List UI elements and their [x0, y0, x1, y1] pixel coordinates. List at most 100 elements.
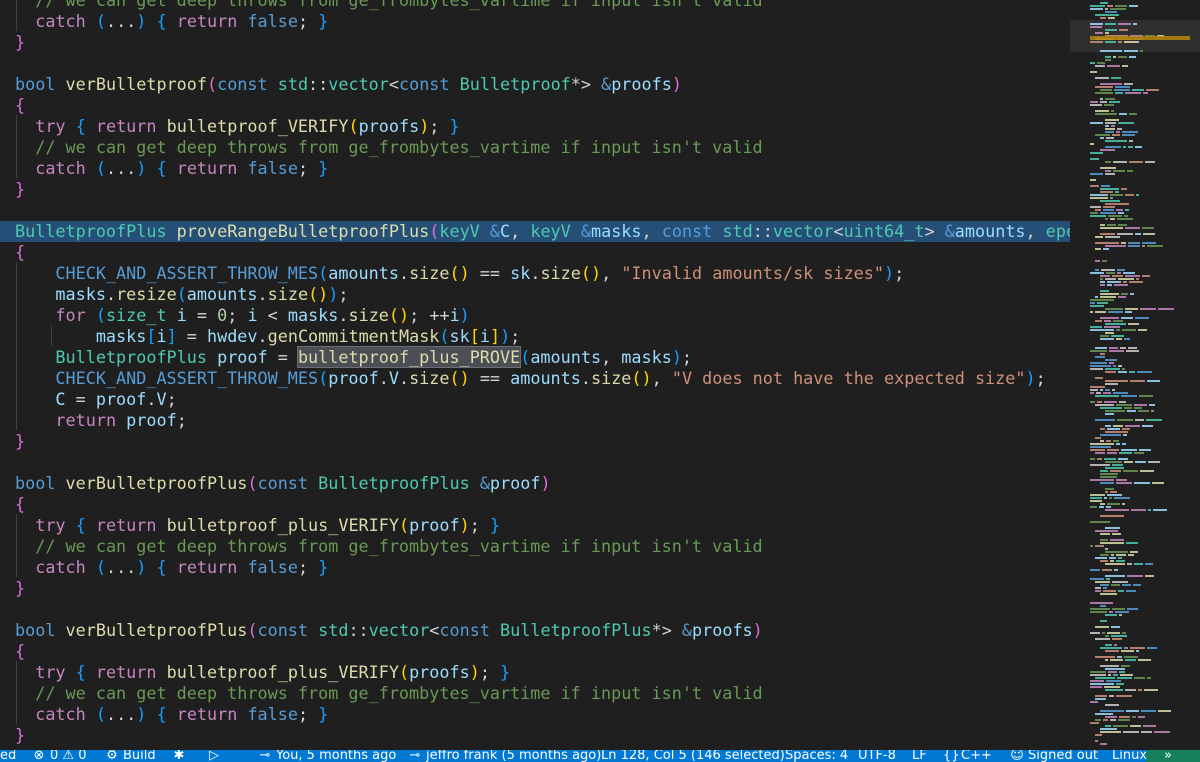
- minimap-stroke: [1116, 443, 1120, 445]
- code-line[interactable]: return proof;: [0, 410, 1070, 431]
- code-line[interactable]: masks.resize(amounts.size());: [0, 284, 1070, 305]
- code-line[interactable]: BulletproofPlus proof = bulletproof_plus…: [0, 346, 1070, 368]
- problems-indicator[interactable]: ⊗ 0 ⚠ 0: [32, 750, 87, 762]
- code-editor[interactable]: // we can get deep throws from ge_fromby…: [0, 0, 1070, 750]
- minimap-stroke: [1136, 278, 1139, 280]
- code-line[interactable]: try { return bulletproof_plus_VERIFY(pro…: [0, 662, 1070, 683]
- code-line[interactable]: [0, 599, 1070, 620]
- code-token: std: [277, 74, 309, 94]
- code-line[interactable]: {: [0, 641, 1070, 662]
- minimap-stroke: [1100, 515, 1124, 517]
- code-line[interactable]: catch (...) { return false; }: [0, 11, 1070, 32]
- code-line[interactable]: [0, 452, 1070, 473]
- minimap-stroke: [1104, 104, 1114, 106]
- code-token: {: [15, 242, 26, 262]
- minimap-stroke: [1090, 104, 1102, 106]
- code-line[interactable]: CHECK_AND_ASSERT_THROW_MES(proof.V.size(…: [0, 368, 1070, 389]
- minimap-stroke: [1090, 365, 1111, 367]
- code-line[interactable]: bool verBulletproofPlus(const Bulletproo…: [0, 473, 1070, 494]
- remote-indicator[interactable]: »: [1146, 750, 1200, 762]
- code-line[interactable]: CHECK_AND_ASSERT_THROW_MES(amounts.size(…: [0, 263, 1070, 284]
- code-line[interactable]: try { return bulletproof_VERIFY(proofs);…: [0, 116, 1070, 137]
- code-line[interactable]: }: [0, 431, 1070, 452]
- minimap-stroke: [1116, 479, 1127, 481]
- code-line[interactable]: // we can get deep throws from ge_fromby…: [0, 683, 1070, 704]
- code-line[interactable]: catch (...) { return false; }: [0, 704, 1070, 725]
- code-line[interactable]: }: [0, 32, 1070, 53]
- code-line[interactable]: try { return bulletproof_plus_VERIFY(pro…: [0, 515, 1070, 536]
- account-status[interactable]: ☺ Signed out: [1010, 750, 1098, 762]
- code-line[interactable]: masks[i] = hwdev.genCommitmentMask(sk[i]…: [0, 326, 1070, 347]
- git-blame-line[interactable]: ⊸ You, 5 months ago: [258, 750, 397, 762]
- indentation[interactable]: Spaces: 4: [785, 750, 848, 762]
- code-token: proof: [217, 347, 268, 367]
- code-token: (: [176, 284, 187, 304]
- code-token: try: [35, 662, 66, 682]
- minimap-stroke: [1095, 311, 1106, 313]
- code-line[interactable]: [0, 200, 1070, 221]
- status-left-truncated[interactable]: ed: [0, 750, 16, 762]
- code-token: // we can get deep throws from ge_fromby…: [35, 536, 763, 556]
- minimap[interactable]: [1070, 0, 1200, 750]
- minimap-stroke: [1090, 506, 1097, 508]
- code-line[interactable]: }: [0, 725, 1070, 746]
- code-token: ;: [176, 410, 187, 430]
- code-line[interactable]: for (size_t i = 0; i < masks.size(); ++i…: [0, 305, 1070, 326]
- code-line[interactable]: BulletproofPlus proveRangeBulletproofPlu…: [0, 221, 1070, 242]
- minimap-stroke: [1105, 8, 1108, 10]
- code-line[interactable]: // we can get deep throws from ge_fromby…: [0, 536, 1070, 557]
- debug-button[interactable]: ✱: [172, 750, 190, 762]
- minimap-stroke: [1105, 389, 1110, 391]
- platform[interactable]: Linux: [1112, 750, 1147, 762]
- code-token: <: [833, 221, 844, 241]
- minimap-stroke: [1133, 23, 1137, 25]
- code-line[interactable]: {: [0, 494, 1070, 515]
- end-of-line[interactable]: LF: [912, 750, 927, 762]
- code-line[interactable]: catch (...) { return false; }: [0, 557, 1070, 578]
- code-line[interactable]: {: [0, 95, 1070, 116]
- minimap-stroke: [1110, 491, 1117, 493]
- minimap-stroke: [1117, 233, 1133, 235]
- run-button[interactable]: ▷: [207, 750, 225, 762]
- git-blame-author[interactable]: ⊸ jeffro frank (5 months ago): [408, 750, 602, 762]
- code-line[interactable]: {: [0, 242, 1070, 263]
- code-token: "Invalid amounts/sk sizes": [621, 263, 884, 283]
- build-button[interactable]: ⚙ Build: [105, 750, 155, 762]
- minimap-stroke: [1105, 467, 1124, 469]
- code-line[interactable]: catch (...) { return false; }: [0, 158, 1070, 179]
- code-line[interactable]: bool verBulletproof(const std::vector<co…: [0, 74, 1070, 95]
- minimap-stroke: [1124, 461, 1133, 463]
- language-mode[interactable]: {}C++: [943, 750, 992, 762]
- cursor-position[interactable]: Ln 128, Col 5 (146 selected): [601, 750, 785, 762]
- minimap-stroke: [1100, 2, 1108, 4]
- minimap-stroke: [1095, 242, 1119, 244]
- minimap-stroke: [1097, 302, 1108, 304]
- code-line[interactable]: C = proof.V;: [0, 389, 1070, 410]
- minimap-stroke: [1090, 521, 1110, 523]
- minimap-stroke: [1114, 497, 1130, 499]
- code-line[interactable]: // we can get deep throws from ge_fromby…: [0, 137, 1070, 158]
- minimap-stroke: [1105, 323, 1126, 325]
- code-line[interactable]: // we can get deep throws from ge_fromby…: [0, 0, 1070, 11]
- minimap-stroke: [1090, 722, 1099, 724]
- minimap-stroke: [1118, 56, 1127, 58]
- code-line[interactable]: bool verBulletproofPlus(const std::vecto…: [0, 620, 1070, 641]
- code-line[interactable]: }: [0, 578, 1070, 599]
- code-line[interactable]: }: [0, 179, 1070, 200]
- code-token: size: [409, 263, 450, 283]
- code-token: proof: [328, 368, 379, 388]
- minimap-stroke: [1112, 275, 1123, 277]
- code-token: amounts: [954, 221, 1026, 241]
- code-token: const: [439, 620, 490, 640]
- code-line[interactable]: [0, 53, 1070, 74]
- minimap-stroke: [1095, 695, 1107, 697]
- minimap-stroke: [1130, 380, 1145, 382]
- encoding[interactable]: UTF-8: [858, 750, 896, 762]
